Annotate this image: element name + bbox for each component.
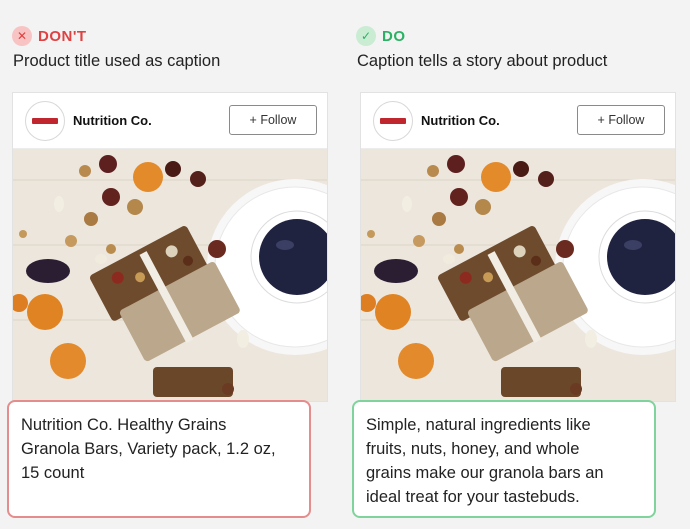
- dont-heading: ✕ DON'T: [12, 26, 87, 46]
- brand-name[interactable]: Nutrition Co.: [421, 113, 500, 128]
- caption-line: ideal treat for your tastebuds.: [366, 488, 580, 506]
- caption-line: Simple, natural ingredients like: [366, 416, 591, 434]
- post-card-do: Nutrition Co. + Follow: [360, 92, 676, 402]
- check-icon: ✓: [356, 26, 376, 46]
- brand-logo-mark: [32, 117, 58, 124]
- post-card-dont: Nutrition Co. + Follow: [12, 92, 328, 402]
- caption-line: fruits, nuts, honey, and whole: [366, 440, 580, 458]
- dont-label: DON'T: [38, 27, 87, 45]
- brand-logo[interactable]: [25, 100, 65, 141]
- caption-line: Granola Bars, Variety pack, 1.2 oz,: [21, 440, 276, 458]
- caption-bad: Nutrition Co. Healthy Grains Granola Bar…: [7, 400, 311, 518]
- brand-logo-mark: [380, 117, 406, 124]
- do-label: DO: [382, 27, 406, 45]
- card-header: Nutrition Co. + Follow: [361, 93, 675, 149]
- product-photo: [361, 149, 675, 401]
- caption-line: grains make our granola bars an: [366, 464, 604, 482]
- x-icon: ✕: [12, 26, 32, 46]
- caption-good: Simple, natural ingredients like fruits,…: [352, 400, 656, 518]
- follow-button[interactable]: + Follow: [229, 105, 317, 135]
- brand-name[interactable]: Nutrition Co.: [73, 113, 152, 128]
- caption-line: 15 count: [21, 464, 85, 482]
- brand-logo[interactable]: [373, 100, 413, 141]
- follow-button[interactable]: + Follow: [577, 105, 665, 135]
- dont-subtitle: Product title used as caption: [13, 52, 221, 70]
- do-heading: ✓ DO: [356, 26, 406, 46]
- product-photo: [13, 149, 327, 401]
- do-subtitle: Caption tells a story about product: [357, 52, 608, 70]
- caption-line: Nutrition Co. Healthy Grains: [21, 416, 227, 434]
- card-header: Nutrition Co. + Follow: [13, 93, 327, 149]
